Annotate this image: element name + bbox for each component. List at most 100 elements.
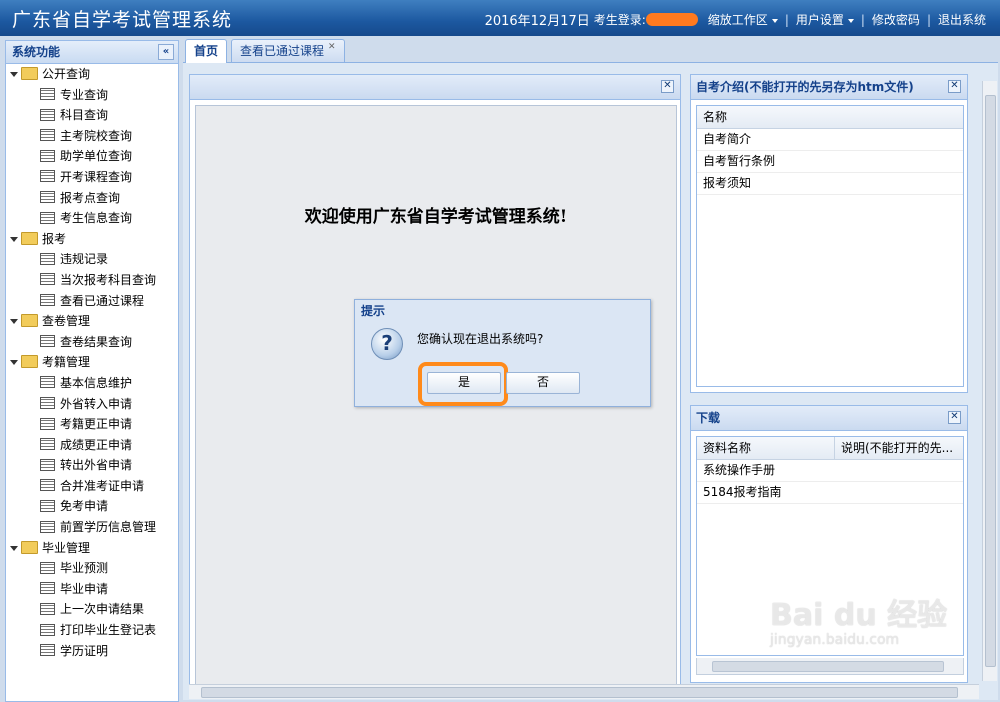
tree-item[interactable]: 打印毕业生登记表 (6, 620, 178, 641)
close-icon[interactable]: ✕ (948, 80, 961, 93)
document-icon (40, 149, 55, 162)
table-row[interactable]: 5184报考指南 (697, 482, 963, 504)
vertical-scrollbar[interactable] (982, 81, 997, 681)
tree-item[interactable]: 查卷结果查询 (6, 332, 178, 353)
tree-item[interactable]: 上一次申请结果 (6, 599, 178, 620)
tree-item[interactable]: 免考申请 (6, 496, 178, 517)
scrollbar-thumb[interactable] (712, 661, 944, 672)
app-header: 广东省自学考试管理系统 2016年12月17日 考生登录: 缩放工作区 | 用户… (0, 0, 1000, 36)
folder-icon (21, 67, 38, 80)
current-date: 2016年12月17日 (484, 14, 590, 29)
expand-arrow-icon (10, 72, 18, 77)
confirm-logout-dialog: 提示 ? 您确认现在退出系统吗? 是 否 (354, 299, 651, 407)
document-icon (40, 252, 55, 265)
list-item[interactable]: 自考简介 (697, 129, 963, 151)
document-icon (40, 335, 55, 348)
logout-link[interactable]: 退出系统 (938, 11, 986, 28)
close-icon[interactable]: ✕ (948, 411, 961, 424)
tree-item[interactable]: 考籍更正申请 (6, 414, 178, 435)
tree-item[interactable]: 转出外省申请 (6, 455, 178, 476)
tree-item[interactable]: 外省转入申请 (6, 394, 178, 415)
user-settings-link[interactable]: 用户设置 (796, 11, 854, 28)
welcome-panel-header: ✕ (190, 75, 680, 100)
tree-item[interactable]: 前置学历信息管理 (6, 517, 178, 538)
watermark-logo-text: Bai du 经验 (770, 598, 948, 633)
login-label: 考生登录: (593, 13, 646, 27)
list-item[interactable]: 自考暂行条例 (697, 151, 963, 173)
tree-item[interactable]: 考生信息查询 (6, 208, 178, 229)
header-toolbar: 2016年12月17日 考生登录: 缩放工作区 | 用户设置 | 修改密码 | … (484, 10, 990, 30)
no-button[interactable]: 否 (506, 372, 580, 394)
function-tree: 公开查询 专业查询 科目查询 主考院校查询 助学单位查询 开考课程查询 报考点查… (6, 64, 178, 661)
tree-item[interactable]: 毕业申请 (6, 579, 178, 600)
document-icon (40, 397, 55, 409)
yes-button[interactable]: 是 (427, 372, 501, 394)
close-tab-icon[interactable]: ✕ (328, 42, 336, 52)
tree-item[interactable]: 基本信息维护 (6, 373, 178, 394)
tree-item[interactable]: 报考点查询 (6, 188, 178, 209)
tree-group-registration[interactable]: 报考 (6, 229, 178, 250)
tab-passed-courses[interactable]: 查看已通过课程 ✕ (231, 39, 345, 62)
scrollbar-thumb[interactable] (985, 95, 996, 667)
grid-header: 名称 (697, 106, 963, 129)
expand-arrow-icon (10, 545, 18, 551)
document-icon (40, 499, 55, 512)
tree-item[interactable]: 违规记录 (6, 249, 178, 270)
folder-icon (21, 314, 38, 328)
document-icon (40, 520, 55, 533)
change-password-link[interactable]: 修改密码 (872, 11, 920, 28)
intro-panel-title: 自考介绍(不能打开的先另存为htm文件) (696, 80, 914, 94)
document-icon (40, 458, 55, 471)
intro-panel-header: 自考介绍(不能打开的先另存为htm文件) ✕ (691, 75, 967, 100)
tree-item[interactable]: 主考院校查询 (6, 126, 178, 147)
expand-arrow-icon (10, 319, 18, 325)
tree-item[interactable]: 学历证明 (6, 641, 178, 662)
document-icon (40, 582, 55, 595)
tree-group-public-query[interactable]: 公开查询 (6, 64, 178, 85)
column-header-description[interactable]: 说明(不能打开的先... (835, 437, 961, 459)
column-header-name[interactable]: 名称 (697, 106, 961, 128)
welcome-message: 欢迎使用广东省自学考试管理系统! (304, 207, 568, 227)
document-icon (40, 294, 55, 307)
close-icon[interactable]: ✕ (661, 80, 674, 93)
document-icon (40, 273, 55, 286)
tree-item[interactable]: 毕业预测 (6, 558, 178, 579)
zoom-workspace-link[interactable]: 缩放工作区 (708, 11, 778, 28)
masked-username (645, 13, 698, 26)
tree-item[interactable]: 查看已通过课程 (6, 291, 178, 312)
download-horizontal-scrollbar[interactable] (696, 658, 964, 675)
column-header-file-name[interactable]: 资料名称 (697, 437, 835, 459)
horizontal-scrollbar[interactable] (189, 684, 979, 699)
caret-down-icon (847, 18, 854, 23)
document-icon (40, 191, 55, 204)
tree-group-paper-review[interactable]: 查卷管理 (6, 311, 178, 332)
document-icon (40, 602, 55, 615)
tree-group-records[interactable]: 考籍管理 (6, 352, 178, 373)
dialog-message: 您确认现在退出系统吗? (417, 332, 544, 346)
list-item[interactable]: 报考须知 (697, 173, 963, 195)
baidu-watermark: Bai du 经验 jingyan.baidu.com (770, 590, 947, 648)
dialog-title: 提示 (361, 304, 386, 318)
tree-item[interactable]: 专业查询 (6, 85, 178, 106)
tree-item[interactable]: 合并准考证申请 (6, 476, 178, 497)
document-icon (40, 623, 55, 636)
expand-arrow-icon (10, 360, 18, 366)
grid-header: 资料名称 说明(不能打开的先... (697, 437, 963, 460)
tree-item[interactable]: 助学单位查询 (6, 146, 178, 167)
tab-home[interactable]: 首页 (185, 39, 228, 63)
tree-item[interactable]: 当次报考科目查询 (6, 270, 178, 291)
download-panel-header: 下载 ✕ (691, 406, 967, 431)
tree-item[interactable]: 成绩更正申请 (6, 435, 178, 456)
expand-arrow-icon (10, 236, 18, 242)
document-icon (40, 479, 55, 492)
document-icon (40, 561, 55, 574)
collapse-sidebar-button[interactable]: « (158, 44, 174, 60)
tree-item[interactable]: 开考课程查询 (6, 167, 178, 188)
question-icon: ? (371, 328, 403, 360)
folder-icon (21, 540, 38, 554)
intro-grid: 名称 自考简介 自考暂行条例 报考须知 (696, 105, 964, 387)
table-row[interactable]: 系统操作手册 (697, 460, 963, 482)
tree-item[interactable]: 科目查询 (6, 105, 178, 126)
scrollbar-thumb[interactable] (201, 687, 958, 698)
tree-group-graduation[interactable]: 毕业管理 (6, 538, 178, 559)
